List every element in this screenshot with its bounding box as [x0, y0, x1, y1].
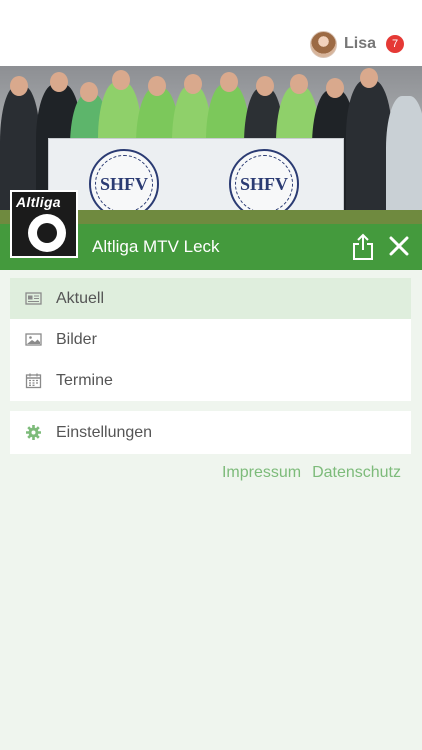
menu-item-aktuell[interactable]: Aktuell — [10, 278, 411, 319]
avatar[interactable] — [309, 30, 337, 58]
menu-item-label: Bilder — [56, 330, 97, 348]
user-profile[interactable]: Lisa 7 — [309, 30, 404, 58]
gear-icon — [26, 425, 41, 440]
image-icon — [25, 333, 42, 346]
footer-links: Impressum Datenschutz — [222, 464, 401, 482]
menu-item-einstellungen[interactable]: Einstellungen — [10, 411, 411, 454]
impressum-link[interactable]: Impressum — [222, 464, 301, 482]
shfv-seal: SHFV — [89, 149, 159, 219]
menu-item-label: Termine — [56, 371, 113, 389]
settings-menu: Einstellungen — [10, 411, 411, 454]
menu-item-label: Einstellungen — [56, 423, 153, 441]
notification-badge[interactable]: 7 — [386, 35, 404, 53]
top-bar: Lisa 7 — [0, 0, 422, 66]
username[interactable]: Lisa — [344, 35, 376, 53]
menu-item-bilder[interactable]: Bilder — [10, 319, 411, 360]
close-button[interactable] — [387, 234, 411, 258]
main-menu: Aktuell Bilder Termine — [10, 278, 411, 401]
menu-item-termine[interactable]: Termine — [10, 360, 411, 401]
calendar-icon — [25, 373, 42, 389]
share-button[interactable] — [351, 233, 375, 261]
datenschutz-link[interactable]: Datenschutz — [312, 464, 401, 482]
club-name: Altliga MTV Leck — [92, 237, 220, 256]
menu-item-label: Aktuell — [56, 289, 105, 307]
close-icon — [389, 236, 409, 256]
share-icon — [353, 233, 373, 260]
newspaper-icon — [25, 292, 42, 305]
shfv-seal: SHFV — [229, 149, 299, 219]
club-logo: Altliga — [10, 190, 78, 258]
